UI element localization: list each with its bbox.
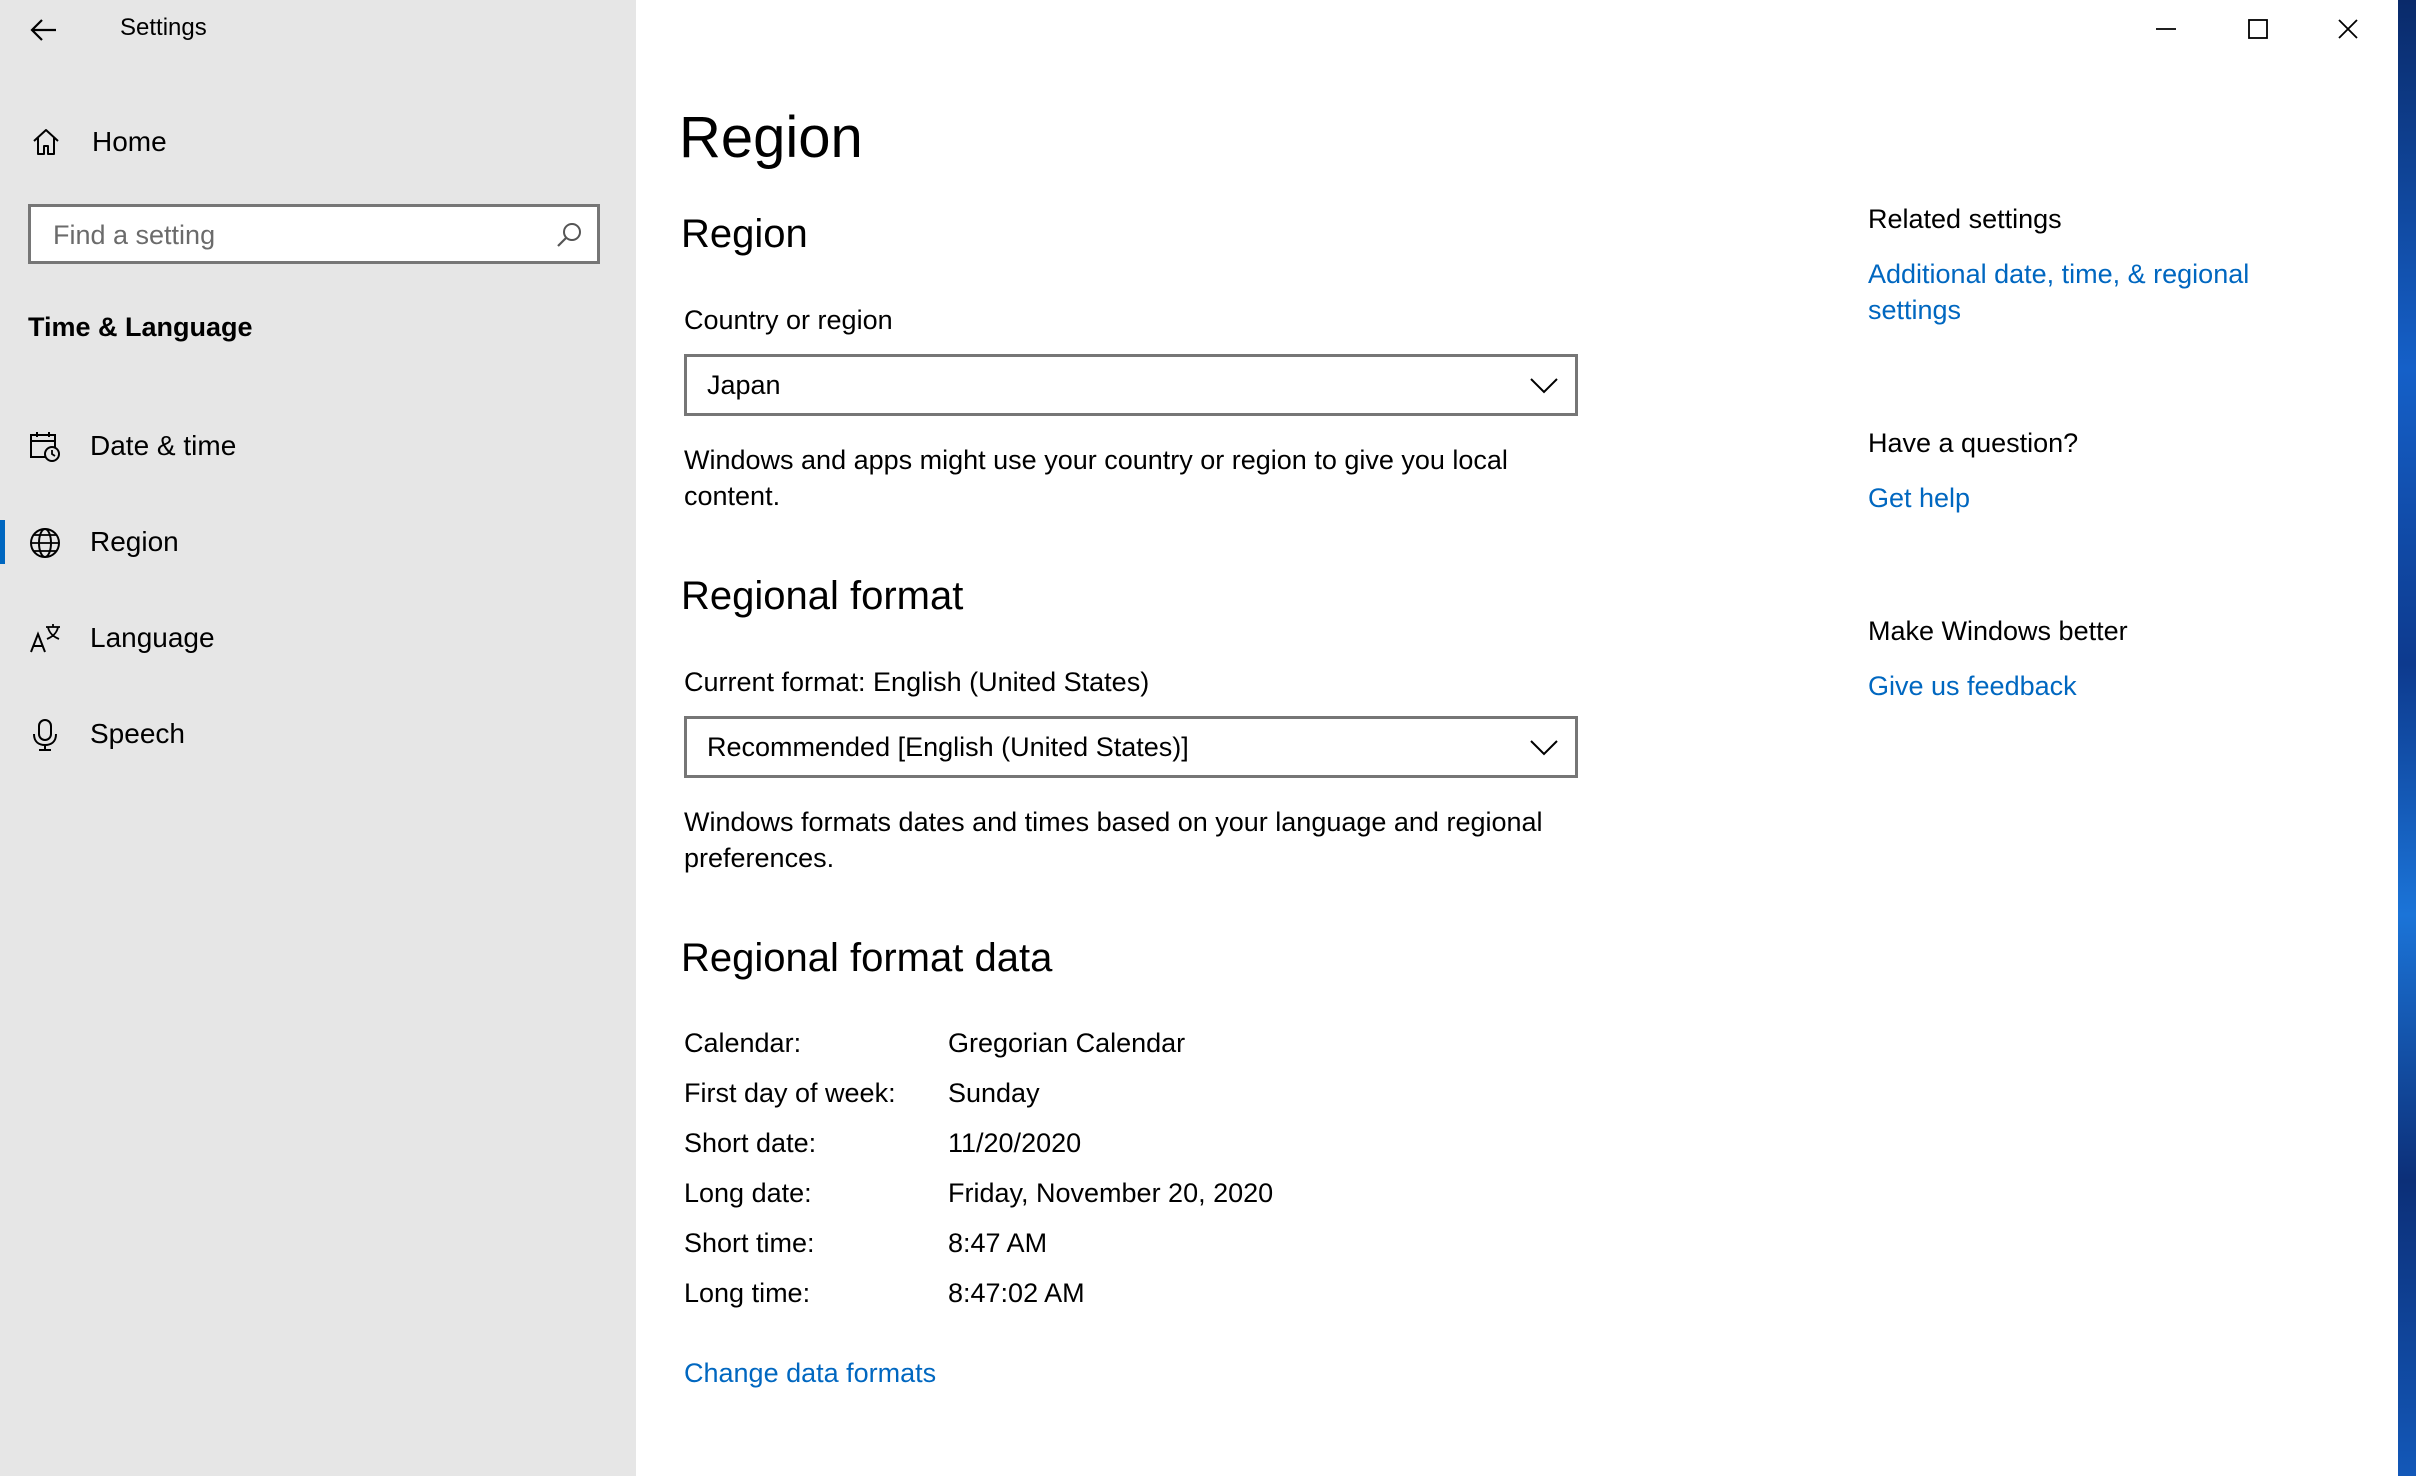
selected-indicator (0, 520, 5, 564)
sidebar-section-title: Time & Language (28, 312, 253, 342)
format-data-value: 11/20/2020 (948, 1128, 1082, 1158)
sidebar-item-label: Date & time (90, 430, 237, 461)
main-content: Region Region Country or region Japan Wi… (636, 0, 2398, 1476)
desktop-background (2398, 0, 2416, 1476)
format-data-row: Short date: 11/20/2020 (684, 1128, 1584, 1164)
app-title: Settings (120, 14, 207, 41)
calendar-clock-icon (30, 432, 60, 462)
globe-icon (30, 528, 60, 558)
format-data-heading: Regional format data (681, 936, 1053, 980)
back-button[interactable] (18, 8, 70, 52)
region-heading: Region (681, 212, 808, 256)
format-data-key: Long date: (684, 1178, 812, 1208)
search-input[interactable] (51, 215, 555, 255)
country-description: Windows and apps might use your country … (684, 445, 1508, 511)
related-settings-heading: Related settings (1868, 204, 2062, 234)
country-label: Country or region (684, 305, 893, 335)
get-help-link[interactable]: Get help (1868, 480, 2328, 516)
microphone-icon (33, 719, 57, 751)
change-data-formats-link[interactable]: Change data formats (684, 1358, 936, 1389)
sidebar-item-label: Home (92, 126, 167, 157)
sidebar-item-region[interactable]: Region (0, 502, 636, 582)
sidebar-item-date-time[interactable]: Date & time (0, 406, 636, 486)
regional-format-heading: Regional format (681, 574, 964, 618)
page-title: Region (679, 105, 863, 170)
make-windows-better-heading: Make Windows better (1868, 616, 2128, 646)
format-data-value: 8:47:02 AM (948, 1278, 1085, 1308)
give-feedback-link[interactable]: Give us feedback (1868, 668, 2328, 704)
home-icon (33, 129, 59, 155)
chevron-down-icon (1530, 378, 1558, 394)
settings-window: Settings Home Time & Language Date & tim… (0, 0, 2398, 1476)
country-dropdown[interactable]: Japan (684, 354, 1578, 416)
sidebar-item-label: Speech (90, 718, 185, 749)
sidebar-item-language[interactable]: Language (0, 598, 636, 678)
chevron-down-icon (1530, 740, 1558, 756)
have-a-question-heading: Have a question? (1868, 428, 2079, 458)
format-data-key: Short time: (684, 1228, 815, 1258)
country-value: Japan (707, 370, 781, 400)
sidebar: Settings Home Time & Language Date & tim… (0, 0, 636, 1476)
format-data-key: First day of week: (684, 1078, 896, 1108)
sidebar-item-label: Region (90, 526, 179, 557)
sidebar-item-label: Language (90, 622, 215, 653)
regional-format-dropdown[interactable]: Recommended [English (United States)] (684, 716, 1578, 778)
current-format-label: Current format: English (United States) (684, 667, 1150, 697)
format-data-row: Short time: 8:47 AM (684, 1228, 1584, 1264)
format-data-row: First day of week: Sunday (684, 1078, 1584, 1114)
format-data-value: 8:47 AM (948, 1228, 1048, 1258)
additional-regional-settings-link[interactable]: Additional date, time, & regional settin… (1868, 256, 2328, 328)
language-icon (30, 624, 60, 653)
format-description: Windows formats dates and times based on… (684, 807, 1543, 873)
format-data-key: Calendar: (684, 1028, 802, 1058)
search-box (28, 204, 600, 264)
sidebar-item-speech[interactable]: Speech (0, 694, 636, 774)
format-data-key: Short date: (684, 1128, 817, 1158)
sidebar-item-home[interactable]: Home (0, 112, 636, 170)
format-data-row: Calendar: Gregorian Calendar (684, 1028, 1584, 1064)
format-data-key: Long time: (684, 1278, 811, 1308)
format-value: Recommended [English (United States)] (707, 732, 1189, 762)
format-data-value: Sunday (948, 1078, 1040, 1108)
format-data-row: Long date: Friday, November 20, 2020 (684, 1178, 1584, 1214)
search-icon[interactable] (555, 221, 583, 249)
format-data-row: Long time: 8:47:02 AM (684, 1278, 1584, 1314)
back-arrow-icon (30, 19, 56, 41)
format-data-value: Friday, November 20, 2020 (948, 1178, 1274, 1208)
format-data-value: Gregorian Calendar (948, 1028, 1186, 1058)
